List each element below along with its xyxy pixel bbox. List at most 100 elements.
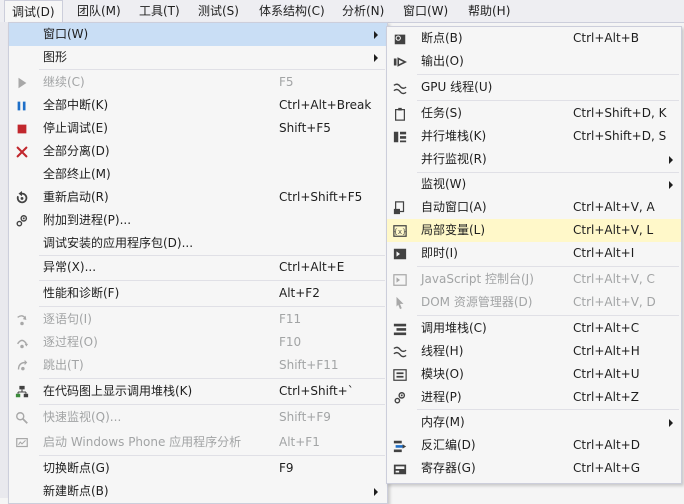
pause-icon: [9, 94, 35, 117]
menu-item-全部中断[interactable]: 全部中断(K) Ctrl+Alt+Break: [9, 94, 387, 117]
menu-item-label: 线程(H): [421, 344, 464, 358]
menu-item-dom-资源管理器[interactable]: DOM 资源管理器(D) Ctrl+Alt+V, D: [387, 291, 681, 314]
menu-item-重新启动[interactable]: 重新启动(R) Ctrl+Shift+F5: [9, 186, 387, 209]
menu-item-shortcut: Ctrl+Alt+C: [573, 321, 640, 335]
menu-item-内存[interactable]: 内存(M): [387, 411, 681, 434]
menu-item-shortcut: Ctrl+Alt+V, L: [573, 223, 654, 237]
step-into-icon: [9, 308, 35, 331]
menu-window[interactable]: 窗口(W): [396, 0, 455, 22]
menu-item-shortcut: Ctrl+Shift+D, S: [573, 129, 667, 143]
menu-item-shortcut: F10: [279, 335, 302, 349]
menu-item-新建断点[interactable]: 新建断点(B): [9, 480, 387, 503]
menu-item-label: 异常(X)...: [43, 260, 97, 274]
menu-item-javascript-控制台[interactable]: JavaScript 控制台(J) Ctrl+Alt+V, C: [387, 268, 681, 291]
menu-item-图形[interactable]: 图形: [9, 46, 387, 69]
immediate-icon: [387, 242, 413, 265]
icon-slot: [9, 232, 35, 255]
menu-item-shortcut: Ctrl+Alt+H: [573, 344, 640, 358]
menu-item-shortcut: Ctrl+Alt+D: [573, 438, 640, 452]
step-out-icon: [9, 354, 35, 377]
menu-item-逐语句[interactable]: 逐语句(I) F11: [9, 308, 387, 331]
menu-item-gpu-线程[interactable]: GPU 线程(U): [387, 76, 681, 99]
step-over-icon: [9, 331, 35, 354]
menu-item-输出[interactable]: 输出(O): [387, 50, 681, 73]
menu-item-全部终止[interactable]: 全部终止(M): [9, 163, 387, 186]
menu-item-label: 切换断点(G): [43, 461, 110, 475]
menu-item-shortcut: Ctrl+Shift+D, K: [573, 106, 667, 120]
menu-item-label: 并行监视(R): [421, 152, 487, 166]
menu-item-在代码图上显示调用堆栈[interactable]: 在代码图上显示调用堆栈(K) Ctrl+Shift+`: [9, 380, 387, 403]
menu-item-线程[interactable]: 线程(H) Ctrl+Alt+H: [387, 340, 681, 363]
menu-item-异常[interactable]: 异常(X)... Ctrl+Alt+E: [9, 256, 387, 279]
menu-separator: [39, 378, 385, 379]
menu-item-shortcut: Ctrl+Alt+V, A: [573, 200, 655, 214]
menu-separator: [39, 306, 385, 307]
menu-item-shortcut: Shift+F11: [279, 358, 339, 372]
menu-test[interactable]: 测试(S): [191, 0, 246, 22]
menu-item-逐过程[interactable]: 逐过程(O) F10: [9, 331, 387, 354]
menu-item-性能和诊断[interactable]: 性能和诊断(F) Alt+F2: [9, 282, 387, 305]
menu-item-label: 寄存器(G): [421, 461, 476, 475]
menu-item-label: 窗口(W): [43, 27, 89, 41]
menu-item-shortcut: F5: [279, 75, 294, 89]
menu-item-并行堆栈[interactable]: 并行堆栈(K) Ctrl+Shift+D, S: [387, 125, 681, 148]
menu-item-label: 图形: [43, 50, 68, 64]
menu-item-寄存器[interactable]: 寄存器(G) Ctrl+Alt+G: [387, 457, 681, 480]
menu-item-label: 内存(M): [421, 415, 465, 429]
menu-item-label: DOM 资源管理器(D): [421, 295, 533, 309]
menu-item-即时[interactable]: 即时(I) Ctrl+Alt+I: [387, 242, 681, 265]
menu-item-调用堆栈[interactable]: 调用堆栈(C) Ctrl+Alt+C: [387, 317, 681, 340]
menu-item-label: 继续(C): [43, 75, 85, 89]
menu-item-切换断点[interactable]: 切换断点(G) F9: [9, 457, 387, 480]
menu-item-任务[interactable]: 任务(S) Ctrl+Shift+D, K: [387, 102, 681, 125]
menu-item-局部变量[interactable]: {x} 局部变量(L) Ctrl+Alt+V, L: [387, 219, 681, 242]
submenu-arrow-icon: [374, 31, 378, 39]
icon-slot: [9, 23, 35, 46]
menu-architecture[interactable]: 体系结构(C): [252, 0, 332, 22]
menu-item-并行监视[interactable]: 并行监视(R): [387, 148, 681, 171]
menu-item-启动-windows-phone-应用程序分析[interactable]: 启动 Windows Phone 应用程序分析 Alt+F1: [9, 431, 387, 454]
menu-item-快速监视[interactable]: 快速监视(Q)... Shift+F9: [9, 406, 387, 429]
menu-tools[interactable]: 工具(T): [132, 0, 187, 22]
breakpoints-icon: [387, 27, 413, 50]
menu-team[interactable]: 团队(M): [70, 0, 128, 22]
menu-item-停止调试[interactable]: 停止调试(E) Shift+F5: [9, 117, 387, 140]
menu-item-断点[interactable]: 断点(B) Ctrl+Alt+B: [387, 27, 681, 50]
menu-item-调试安装的应用程序包[interactable]: 调试安装的应用程序包(D)...: [9, 232, 387, 255]
icon-slot: [9, 282, 35, 305]
icon-slot: [9, 480, 35, 503]
menu-debug[interactable]: 调试(D): [4, 0, 63, 23]
menu-analyze[interactable]: 分析(N): [335, 0, 391, 22]
menu-item-附加到进程[interactable]: 附加到进程(P)...: [9, 209, 387, 232]
modules-icon: [387, 363, 413, 386]
menu-item-模块[interactable]: 模块(O) Ctrl+Alt+U: [387, 363, 681, 386]
menu-item-label: 停止调试(E): [43, 121, 108, 135]
quick-watch-icon: [9, 406, 35, 429]
submenu-arrow-icon: [669, 181, 673, 189]
menu-item-label: 进程(P): [421, 390, 462, 404]
window-submenu: 断点(B) Ctrl+Alt+B 输出(O) GPU 线程(U) 任务(S) Ctrl+S…: [386, 26, 682, 484]
menu-help[interactable]: 帮助(H): [461, 0, 517, 22]
autos-icon: [387, 196, 413, 219]
submenu-arrow-icon: [669, 419, 673, 427]
menu-item-监视[interactable]: 监视(W): [387, 173, 681, 196]
menu-item-label: 启动 Windows Phone 应用程序分析: [43, 435, 242, 449]
menu-item-继续[interactable]: 继续(C) F5: [9, 71, 387, 94]
menu-item-全部分离[interactable]: 全部分离(D): [9, 140, 387, 163]
menu-separator: [417, 100, 679, 101]
restart-icon: [9, 186, 35, 209]
menu-item-跳出[interactable]: 跳出(T) Shift+F11: [9, 354, 387, 377]
menu-separator: [39, 280, 385, 281]
menu-item-label: 逐语句(I): [43, 312, 92, 326]
icon-slot: [387, 411, 413, 434]
menu-item-窗口[interactable]: 窗口(W): [9, 23, 387, 46]
threads-icon: [387, 340, 413, 363]
menu-item-反汇编[interactable]: 反汇编(D) Ctrl+Alt+D: [387, 434, 681, 457]
menu-item-label: 全部终止(M): [43, 167, 111, 181]
menu-item-label: 快速监视(Q)...: [43, 410, 122, 424]
submenu-arrow-icon: [374, 54, 378, 62]
menu-item-进程[interactable]: 进程(P) Ctrl+Alt+Z: [387, 386, 681, 409]
parallel-stacks-icon: [387, 125, 413, 148]
menu-item-shortcut: Alt+F2: [279, 286, 320, 300]
menu-item-自动窗口[interactable]: 自动窗口(A) Ctrl+Alt+V, A: [387, 196, 681, 219]
